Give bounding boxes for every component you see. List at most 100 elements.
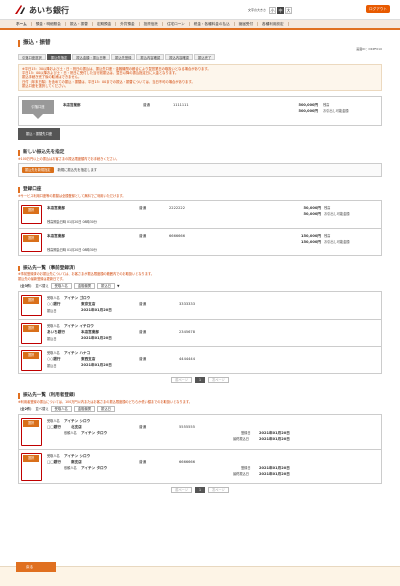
logo[interactable]: あいち銀行 [14, 4, 69, 15]
select-highlight: 選択 [21, 295, 42, 317]
step-7: 振込完了 [193, 53, 216, 60]
nav-deposits[interactable]: 預金・明細照会 [32, 21, 66, 27]
next-page-button[interactable]: 次ページ [208, 487, 229, 494]
nav-investment[interactable]: 投資信託 [140, 21, 163, 27]
payee-branch: 東西支店 [81, 357, 96, 362]
payee-bank: ○○銀行 [47, 302, 61, 307]
prev-page-button[interactable]: 前ページ [171, 487, 192, 494]
account-branch: 本店営業部 [47, 205, 65, 210]
font-size-switcher: 文字の大きさ 小 中 大 [248, 7, 293, 14]
sort-by-name[interactable]: 受取人名 [50, 283, 72, 290]
select-button[interactable]: 選択 [23, 234, 39, 242]
account-available: 50,000円 [303, 211, 321, 216]
reg-date-label: 登録日 [241, 431, 251, 436]
source-balance: 500,000円 [298, 103, 318, 108]
payee-type: 普通 [139, 302, 147, 307]
registered-accounts-note: ※サービス利用口座等の振替は全額登録として無料でご利用いただけます。 [18, 193, 126, 198]
select-highlight: 選択 [21, 453, 42, 482]
nav-home[interactable]: ホーム [12, 21, 32, 27]
new-destination-desc: 新規に振込先を指定します [57, 167, 98, 172]
prev-page-button[interactable]: 前ページ [171, 377, 192, 384]
source-available: 500,000円 [298, 109, 318, 114]
last-date: 2021年01月20日 [259, 437, 290, 442]
select-highlight: 選択 [21, 418, 42, 447]
select-button[interactable]: 選択 [23, 206, 39, 214]
select-highlight: 選択 [21, 204, 42, 224]
last-date: 2021年01月20日 [259, 472, 290, 477]
new-destination-button[interactable]: 振込先を新規指定 [22, 166, 54, 173]
payee-table-2: 選択 受取人名 アイチン シロウ □□銀行 北支店 普通 5555555 依頼人… [18, 414, 382, 485]
sort-bar: （全3件） 並べ替え 受取人名 金融機関 振込日 ▼ [18, 283, 382, 290]
select-highlight: 選択 [21, 323, 42, 345]
font-size-medium-button[interactable]: 中 [277, 7, 285, 14]
back-button[interactable]: 戻る [16, 562, 56, 572]
notice-box: ※平日15：30以降および土・日・祝日の振込は、振込先口座・金融機関の都合により… [18, 63, 382, 92]
account-type: 普通 [139, 233, 147, 238]
font-size-large-button[interactable]: 大 [285, 7, 293, 14]
payee-number: 5555555 [179, 425, 196, 430]
payee-date-label: 振込日 [47, 337, 57, 342]
nav-foreign-deposit[interactable]: 外貨預金 [116, 21, 140, 27]
payee-number: 2345678 [179, 330, 196, 335]
nav-time-deposit[interactable]: 定期預金 [93, 21, 117, 27]
payee-bank: □□銀行 [47, 460, 61, 465]
source-available-caption: お引出し可能金額 [323, 109, 349, 114]
payee-date-label: 振込日 [47, 309, 57, 314]
payee-name: アイチン イチロウ [64, 324, 94, 329]
select-button[interactable]: 選択 [23, 325, 39, 333]
account-branch: 本店営業部 [47, 233, 65, 238]
main-content: 振込・振替 画面ID：DKPF010 引落口座選択 振込先指定 振込金額・振込日… [0, 40, 400, 494]
payee-date-label: 振込日 [47, 364, 57, 369]
result-count: （全2件） [18, 407, 34, 412]
select-button[interactable]: 選択 [23, 455, 39, 463]
account-available: 150,000円 [301, 239, 321, 244]
payee-number: 3333333 [179, 302, 196, 307]
sort-by-bank[interactable]: 金融機関 [73, 283, 96, 290]
header: あいち銀行 文字の大きさ 小 中 大 ログアウト [0, 0, 400, 20]
step-4: 振込先登録 [110, 53, 136, 60]
sort-by-date[interactable]: 振込日 [97, 406, 115, 413]
payee-name-label: 受取人名 [47, 324, 60, 329]
table-row: 選択 受取人名 アイチン ハナコ ○○銀行 東西支店 普通 4444444 振込… [19, 346, 381, 373]
result-count: （全3件） [18, 284, 34, 289]
payee-date: 2021年01月20日 [81, 308, 112, 313]
down-arrow-icon [33, 114, 43, 120]
last-date-label: 最終振込日 [233, 437, 249, 442]
last-date-label: 最終振込日 [233, 472, 249, 477]
account-number: 6666666 [169, 233, 186, 238]
source-type: 普通 [143, 103, 150, 108]
sort-by-date[interactable]: 振込日 [97, 283, 115, 290]
select-button[interactable]: 選択 [23, 352, 39, 360]
current-page[interactable]: 1 [194, 487, 206, 494]
sort-desc-icon[interactable]: ▼ [117, 284, 120, 288]
nav-notifications[interactable]: 諸届受付 [235, 21, 259, 27]
nav-tax-payment[interactable]: 税金・各種料金の払込 [190, 21, 235, 27]
payee-name: アイチン ハナコ [64, 351, 91, 356]
nav-settings[interactable]: 各種利用設定 [258, 21, 289, 27]
sort-by-name[interactable]: 受取人名 [50, 406, 72, 413]
select-highlight: 選択 [21, 350, 42, 372]
page-title: 振込・振替 [18, 40, 382, 47]
current-page[interactable]: 1 [194, 377, 206, 384]
logout-button[interactable]: ログアウト [366, 5, 390, 13]
payee-type: 普通 [139, 425, 147, 430]
sort-by-bank[interactable]: 金融機関 [73, 406, 96, 413]
balance-date-label: 残高照会日時 [47, 219, 67, 224]
select-button[interactable]: 選択 [23, 420, 39, 428]
pager-2: 前ページ 1 次ページ [18, 487, 382, 494]
source-number: 1111111 [173, 103, 189, 108]
nav-housing-loan[interactable]: 住宅ローン [163, 21, 190, 27]
payee-list-user-title: 振込先一覧（利用者登録） [18, 393, 382, 400]
account-available-caption: お引出し可能金額 [324, 211, 350, 216]
new-destination-title: 新しい振込先を指定 [18, 150, 382, 156]
next-page-button[interactable]: 次ページ [208, 377, 229, 384]
payee-branch: 本店営業部 [81, 330, 99, 335]
step-2-active: 振込先指定 [46, 53, 72, 60]
font-size-small-button[interactable]: 小 [269, 7, 277, 14]
payee-name-label: 受取人名 [47, 454, 60, 459]
bank-logo-icon [15, 5, 25, 14]
select-button[interactable]: 選択 [23, 297, 39, 305]
logo-text: あいち銀行 [29, 4, 69, 15]
nav-transfer[interactable]: 振込・振替 [66, 21, 93, 27]
account-available-caption: お引出し可能金額 [324, 239, 350, 244]
